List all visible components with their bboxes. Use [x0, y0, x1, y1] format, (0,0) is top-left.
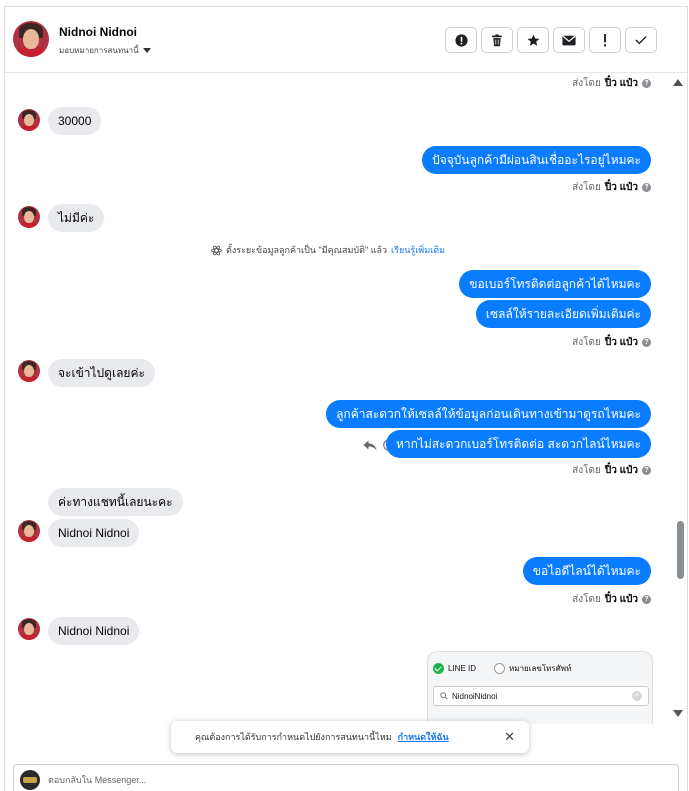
check-icon: [635, 36, 647, 45]
assign-label: มอบหมายการสนทนานี้: [59, 46, 139, 55]
image-options-row: LINE ID หมายเลขโทรศัพท์: [433, 662, 571, 675]
scrollbar-thumb[interactable]: [677, 521, 684, 579]
help-icon[interactable]: ?: [642, 595, 651, 604]
help-icon[interactable]: ?: [642, 466, 651, 475]
sent-by-name: ปิ๋ว แป๋ว: [604, 594, 638, 605]
mark-spam-button[interactable]: [445, 27, 477, 53]
sent-by-name: ปิ๋ว แป๋ว: [604, 465, 638, 476]
option-phone: หมายเลขโทรศัพท์: [509, 664, 572, 673]
learn-more-link[interactable]: เรียนรู้เพิ่มเติม: [391, 243, 445, 257]
incoming-message[interactable]: ค่ะทางแชทนี้เลยนะคะ: [48, 488, 183, 516]
image-search-field: NidnoiNidnoi ×: [433, 686, 649, 706]
assignment-toast: คุณต้องการได้รับการกำหนดไปยังการสนทนานี้…: [171, 721, 529, 753]
reply-icon[interactable]: [363, 440, 377, 451]
outgoing-message[interactable]: ขอเบอร์โทรติดต่อลูกค้าได้ไหมคะ: [459, 270, 651, 298]
sent-prefix: ส่งโดย: [572, 594, 601, 605]
mark-unread-button[interactable]: [553, 27, 585, 53]
conversation-header: Nidnoi Nidnoi มอบหมายการสนทนานี้: [5, 7, 687, 73]
contact-avatar-small[interactable]: [18, 360, 40, 382]
sent-by-name: ปิ๋ว แป๋ว: [604, 78, 638, 89]
sent-by-name: ปิ๋ว แป๋ว: [604, 182, 638, 193]
incoming-message[interactable]: จะเข้าไปดูเลยค่ะ: [48, 359, 155, 387]
toast-text: คุณต้องการได้รับการกำหนดไปยังการสนทนานี้…: [195, 732, 392, 742]
outgoing-message[interactable]: ขอไอดีไลน์ได้ไหมคะ: [522, 557, 651, 585]
header-actions: [445, 27, 657, 53]
incoming-message[interactable]: 30000: [48, 107, 102, 135]
page-avatar: [20, 770, 40, 790]
sent-status: ส่งโดย ปิ๋ว แป๋ว ?: [572, 180, 651, 195]
sent-status: ส่งโดย ปิ๋ว แป๋ว ?: [572, 592, 651, 607]
sent-status: ส่งโดย ปิ๋ว แป๋ว ?: [572, 463, 651, 478]
star-button[interactable]: [517, 27, 549, 53]
star-icon: [527, 34, 539, 46]
sent-status: ส่งโดย ปิ๋ว แป๋ว ?: [572, 76, 651, 91]
reply-input[interactable]: [48, 775, 608, 785]
follow-up-button[interactable]: [589, 27, 621, 53]
assign-dropdown[interactable]: มอบหมายการสนทนานี้: [59, 44, 151, 57]
outgoing-message[interactable]: ลูกค้าสะดวกให้เซลล์ให้ข้อมูลก่อนเดินทางเ…: [326, 400, 651, 428]
exclamation-icon: [604, 33, 606, 47]
radio-icon: [494, 663, 506, 674]
conversation-panel: Nidnoi Nidnoi มอบหมายการสนทนานี้ ส่งโดย …: [4, 6, 688, 791]
contact-avatar[interactable]: [13, 21, 49, 57]
contact-avatar-small[interactable]: [18, 109, 40, 131]
assign-to-me-link[interactable]: กำหนดให้ฉัน: [398, 730, 449, 744]
sent-by-name: ปิ๋ว แป๋ว: [604, 337, 638, 348]
search-icon: [440, 692, 448, 700]
contact-name[interactable]: Nidnoi Nidnoi: [59, 25, 137, 39]
delete-button[interactable]: [481, 27, 513, 53]
mark-done-button[interactable]: [625, 27, 657, 53]
sent-prefix: ส่งโดย: [572, 182, 601, 193]
image-attachment[interactable]: LINE ID หมายเลขโทรศัพท์ NidnoiNidnoi ×: [427, 651, 653, 724]
sent-prefix: ส่งโดย: [572, 465, 601, 476]
incoming-message[interactable]: Nidnoi Nidnoi: [48, 519, 140, 547]
atom-icon: [211, 245, 222, 255]
outgoing-message[interactable]: ปัจจุบันลูกค้ามีผ่อนสินเชื่ออะไรอยู่ไหมค…: [422, 146, 651, 174]
system-note: ตั้งระยะข้อมูลลูกค้าเป็น "มีคุณสมบัติ" แ…: [211, 243, 445, 257]
outgoing-message[interactable]: หากไม่สะดวกเบอร์โทรติดต่อ สะดวกไลน์ไหมคะ: [385, 430, 651, 458]
option-line-id: LINE ID: [448, 664, 477, 673]
scroll-down-arrow-icon[interactable]: [673, 710, 683, 717]
scroll-up-arrow-icon[interactable]: [673, 79, 683, 86]
envelope-icon: [562, 35, 576, 45]
close-icon[interactable]: ✕: [504, 729, 515, 745]
help-icon[interactable]: ?: [642, 338, 651, 347]
message-thread[interactable]: ส่งโดย ปิ๋ว แป๋ว ? 30000 ปัจจุบันลูกค้าม…: [5, 74, 675, 724]
sent-prefix: ส่งโดย: [572, 78, 601, 89]
chevron-down-icon: [142, 48, 151, 53]
contact-avatar-small[interactable]: [18, 206, 40, 228]
help-icon[interactable]: ?: [642, 183, 651, 192]
incoming-message[interactable]: Nidnoi Nidnoi: [48, 617, 140, 645]
check-circle-icon: [433, 663, 444, 674]
help-icon[interactable]: ?: [642, 79, 651, 88]
image-search-value: NidnoiNidnoi: [452, 691, 498, 701]
clear-icon: ×: [632, 691, 642, 701]
outgoing-message[interactable]: เซลล์ให้รายละเอียดเพิ่มเติมค่ะ: [475, 300, 651, 328]
contact-avatar-small[interactable]: [18, 618, 40, 640]
system-note-text: ตั้งระยะข้อมูลลูกค้าเป็น "มีคุณสมบัติ" แ…: [226, 245, 388, 255]
alert-circle-icon: [454, 33, 468, 47]
sent-prefix: ส่งโดย: [572, 337, 601, 348]
contact-avatar-small[interactable]: [18, 520, 40, 542]
trash-icon: [492, 33, 502, 46]
sent-status: ส่งโดย ปิ๋ว แป๋ว ?: [572, 335, 651, 350]
incoming-message[interactable]: ไม่มีค่ะ: [48, 204, 105, 232]
reply-composer: [13, 764, 679, 791]
